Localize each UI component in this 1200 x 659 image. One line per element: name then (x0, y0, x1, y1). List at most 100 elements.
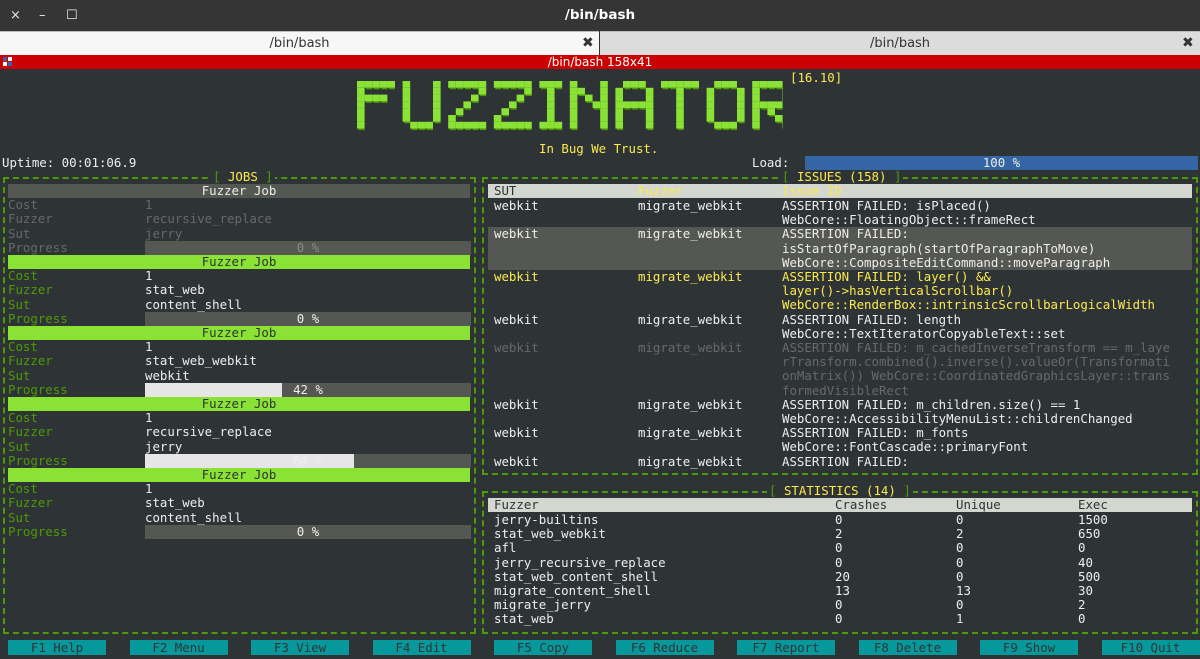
job-header[interactable]: Fuzzer Job (8, 468, 470, 482)
stats-col-crashes[interactable]: Crashes (835, 498, 887, 512)
stat-unique[interactable]: 13 (956, 583, 971, 598)
job-header[interactable]: Fuzzer Job (8, 184, 470, 198)
issue-sut[interactable]: webkit (494, 227, 539, 241)
issue-sut[interactable]: webkit (494, 397, 539, 412)
issues-header: SUT Fuzzer Issue ID (488, 184, 1192, 198)
issue-fuzzer[interactable]: migrate_webkit (638, 454, 742, 469)
stat-crashes[interactable]: 2 (835, 526, 842, 541)
issue-id-line[interactable]: ASSERTION FAILED: layer() && (782, 269, 991, 284)
job-progress-text: 64 % (293, 452, 323, 468)
issue-fuzzer[interactable]: migrate_webkit (638, 312, 742, 327)
issue-id-line[interactable]: ASSERTION FAILED: length (782, 312, 961, 327)
issue-id-line[interactable]: ASSERTION FAILED: m_cachedInverseTransfo… (782, 340, 1170, 355)
function-key-9[interactable]: F9 Show (980, 640, 1078, 655)
issue-id-line[interactable]: ASSERTION FAILED: (782, 454, 909, 469)
stat-unique[interactable]: 0 (956, 569, 963, 584)
stat-unique[interactable]: 0 (956, 512, 963, 527)
issue-fuzzer[interactable]: migrate_webkit (638, 425, 742, 440)
issue-id-line[interactable]: WebCore::FloatingObject::frameRect (782, 212, 1036, 227)
stats-col-unique[interactable]: Unique (956, 498, 1001, 512)
issue-sut[interactable]: webkit (494, 340, 539, 355)
function-key-4[interactable]: F4 Edit (372, 640, 471, 655)
issue-id-line[interactable]: layer()->hasVerticalScrollbar() (782, 283, 1013, 298)
issue-id-line[interactable]: WebCore::AccessibilityMenuList::children… (782, 411, 1133, 426)
issue-sut[interactable]: webkit (494, 425, 539, 440)
stat-unique[interactable]: 0 (956, 555, 963, 570)
issue-sut[interactable]: webkit (494, 312, 539, 327)
issue-id-line[interactable]: WebCore::FontCascade::primaryFont (782, 440, 1028, 454)
job-header[interactable]: Fuzzer Job (8, 255, 470, 269)
issues-col-issue-id[interactable]: Issue ID (782, 184, 842, 198)
stat-exec[interactable]: 2 (1078, 597, 1085, 612)
tab-close-icon[interactable]: ✖ (582, 35, 594, 51)
stat-crashes[interactable]: 0 (835, 597, 842, 612)
function-key-7[interactable]: F7 Report (737, 640, 835, 655)
issue-id-line[interactable]: isStartOfParagraph(startOfParagraphToMov… (782, 241, 1095, 256)
stat-fuzzer[interactable]: afl (494, 541, 516, 555)
issue-sut[interactable]: webkit (494, 269, 539, 284)
issue-sut[interactable]: webkit (494, 198, 539, 213)
function-key-3[interactable]: F3 View (251, 640, 349, 655)
stat-crashes[interactable]: 13 (835, 583, 850, 598)
issues-col-fuzzer[interactable]: Fuzzer (638, 184, 683, 198)
tab-bash-1[interactable]: /bin/bash ✖ (0, 31, 599, 56)
job-cost-label: Cost (8, 268, 38, 284)
stat-exec[interactable]: 40 (1078, 555, 1093, 570)
issue-fuzzer[interactable]: migrate_webkit (638, 269, 742, 284)
stat-exec[interactable]: 30 (1078, 583, 1093, 598)
function-key-1[interactable]: F1 Help (8, 640, 106, 655)
function-key-6[interactable]: F6 Reduce (615, 640, 714, 655)
job-header[interactable]: Fuzzer Job (8, 326, 470, 340)
stat-crashes[interactable]: 0 (835, 555, 842, 570)
stat-fuzzer[interactable]: stat_web_content_shell (494, 569, 658, 584)
issue-id-line[interactable]: ASSERTION FAILED: m_children.size() == 1 (782, 397, 1080, 412)
stat-fuzzer[interactable]: stat_web_webkit (494, 526, 606, 541)
stat-exec[interactable]: 0 (1078, 541, 1085, 555)
stat-fuzzer[interactable]: stat_web (494, 612, 554, 626)
issue-fuzzer[interactable]: migrate_webkit (638, 397, 742, 412)
stat-exec[interactable]: 500 (1078, 569, 1100, 584)
stat-fuzzer[interactable]: jerry_recursive_replace (494, 555, 666, 570)
function-key-10[interactable]: F10 Quit (1101, 640, 1200, 655)
stat-unique[interactable]: 2 (956, 526, 963, 541)
job-cost-label: Cost (8, 410, 38, 426)
stat-exec[interactable]: 0 (1078, 612, 1085, 626)
issues-col-sut[interactable]: SUT (494, 184, 516, 198)
issue-id-line[interactable]: formedVisibleRect (782, 383, 909, 398)
job-progress-bar: 0 % (145, 240, 471, 255)
stat-fuzzer[interactable]: migrate_content_shell (494, 583, 651, 598)
tab-close-icon[interactable]: ✖ (1182, 35, 1194, 51)
job-cost-label: Cost (8, 197, 38, 213)
stat-crashes[interactable]: 0 (835, 512, 842, 527)
tab-bash-2[interactable]: /bin/bash ✖ (600, 31, 1200, 56)
stat-crashes[interactable]: 0 (835, 541, 842, 555)
stat-fuzzer[interactable]: jerry-builtins (494, 512, 598, 527)
issue-id-line[interactable]: ASSERTION FAILED: m_fonts (782, 425, 969, 440)
issue-id-line[interactable]: WebCore::RenderBox::intrinsicScrollbarLo… (782, 298, 1155, 312)
issue-fuzzer[interactable]: migrate_webkit (638, 227, 742, 241)
stat-fuzzer[interactable]: migrate_jerry (494, 597, 591, 612)
issue-fuzzer[interactable]: migrate_webkit (638, 340, 742, 355)
stats-col-fuzzer[interactable]: Fuzzer (494, 498, 539, 512)
stat-exec[interactable]: 1500 (1078, 512, 1108, 527)
issue-id-line[interactable]: ASSERTION FAILED: (782, 227, 909, 241)
stats-col-exec[interactable]: Exec (1078, 498, 1108, 512)
issue-id-line[interactable]: WebCore::TextIteratorCopyableText::set (782, 326, 1065, 341)
function-key-2[interactable]: F2 Menu (129, 640, 228, 655)
function-key-5[interactable]: F5 Copy (494, 640, 592, 655)
function-key-8[interactable]: F8 Delete (858, 640, 957, 655)
issue-id-line[interactable]: WebCore::CompositeEditCommand::moveParag… (782, 255, 1110, 270)
stat-crashes[interactable]: 0 (835, 612, 842, 626)
issue-sut[interactable]: webkit (494, 454, 539, 469)
stat-unique[interactable]: 0 (956, 541, 963, 555)
stat-unique[interactable]: 0 (956, 597, 963, 612)
issue-id-line[interactable]: ASSERTION FAILED: isPlaced() (782, 198, 991, 213)
job-progress-label: Progress (8, 452, 68, 468)
stat-exec[interactable]: 650 (1078, 526, 1100, 541)
job-header[interactable]: Fuzzer Job (8, 397, 470, 411)
issue-id-line[interactable]: onMatrix()) WebCore::CoordinatedGraphics… (782, 369, 1170, 383)
issue-id-line[interactable]: rTransform.combined().inverse().valueOr(… (782, 354, 1170, 369)
stat-crashes[interactable]: 20 (835, 569, 850, 584)
issue-fuzzer[interactable]: migrate_webkit (638, 198, 742, 213)
stat-unique[interactable]: 1 (956, 612, 963, 626)
